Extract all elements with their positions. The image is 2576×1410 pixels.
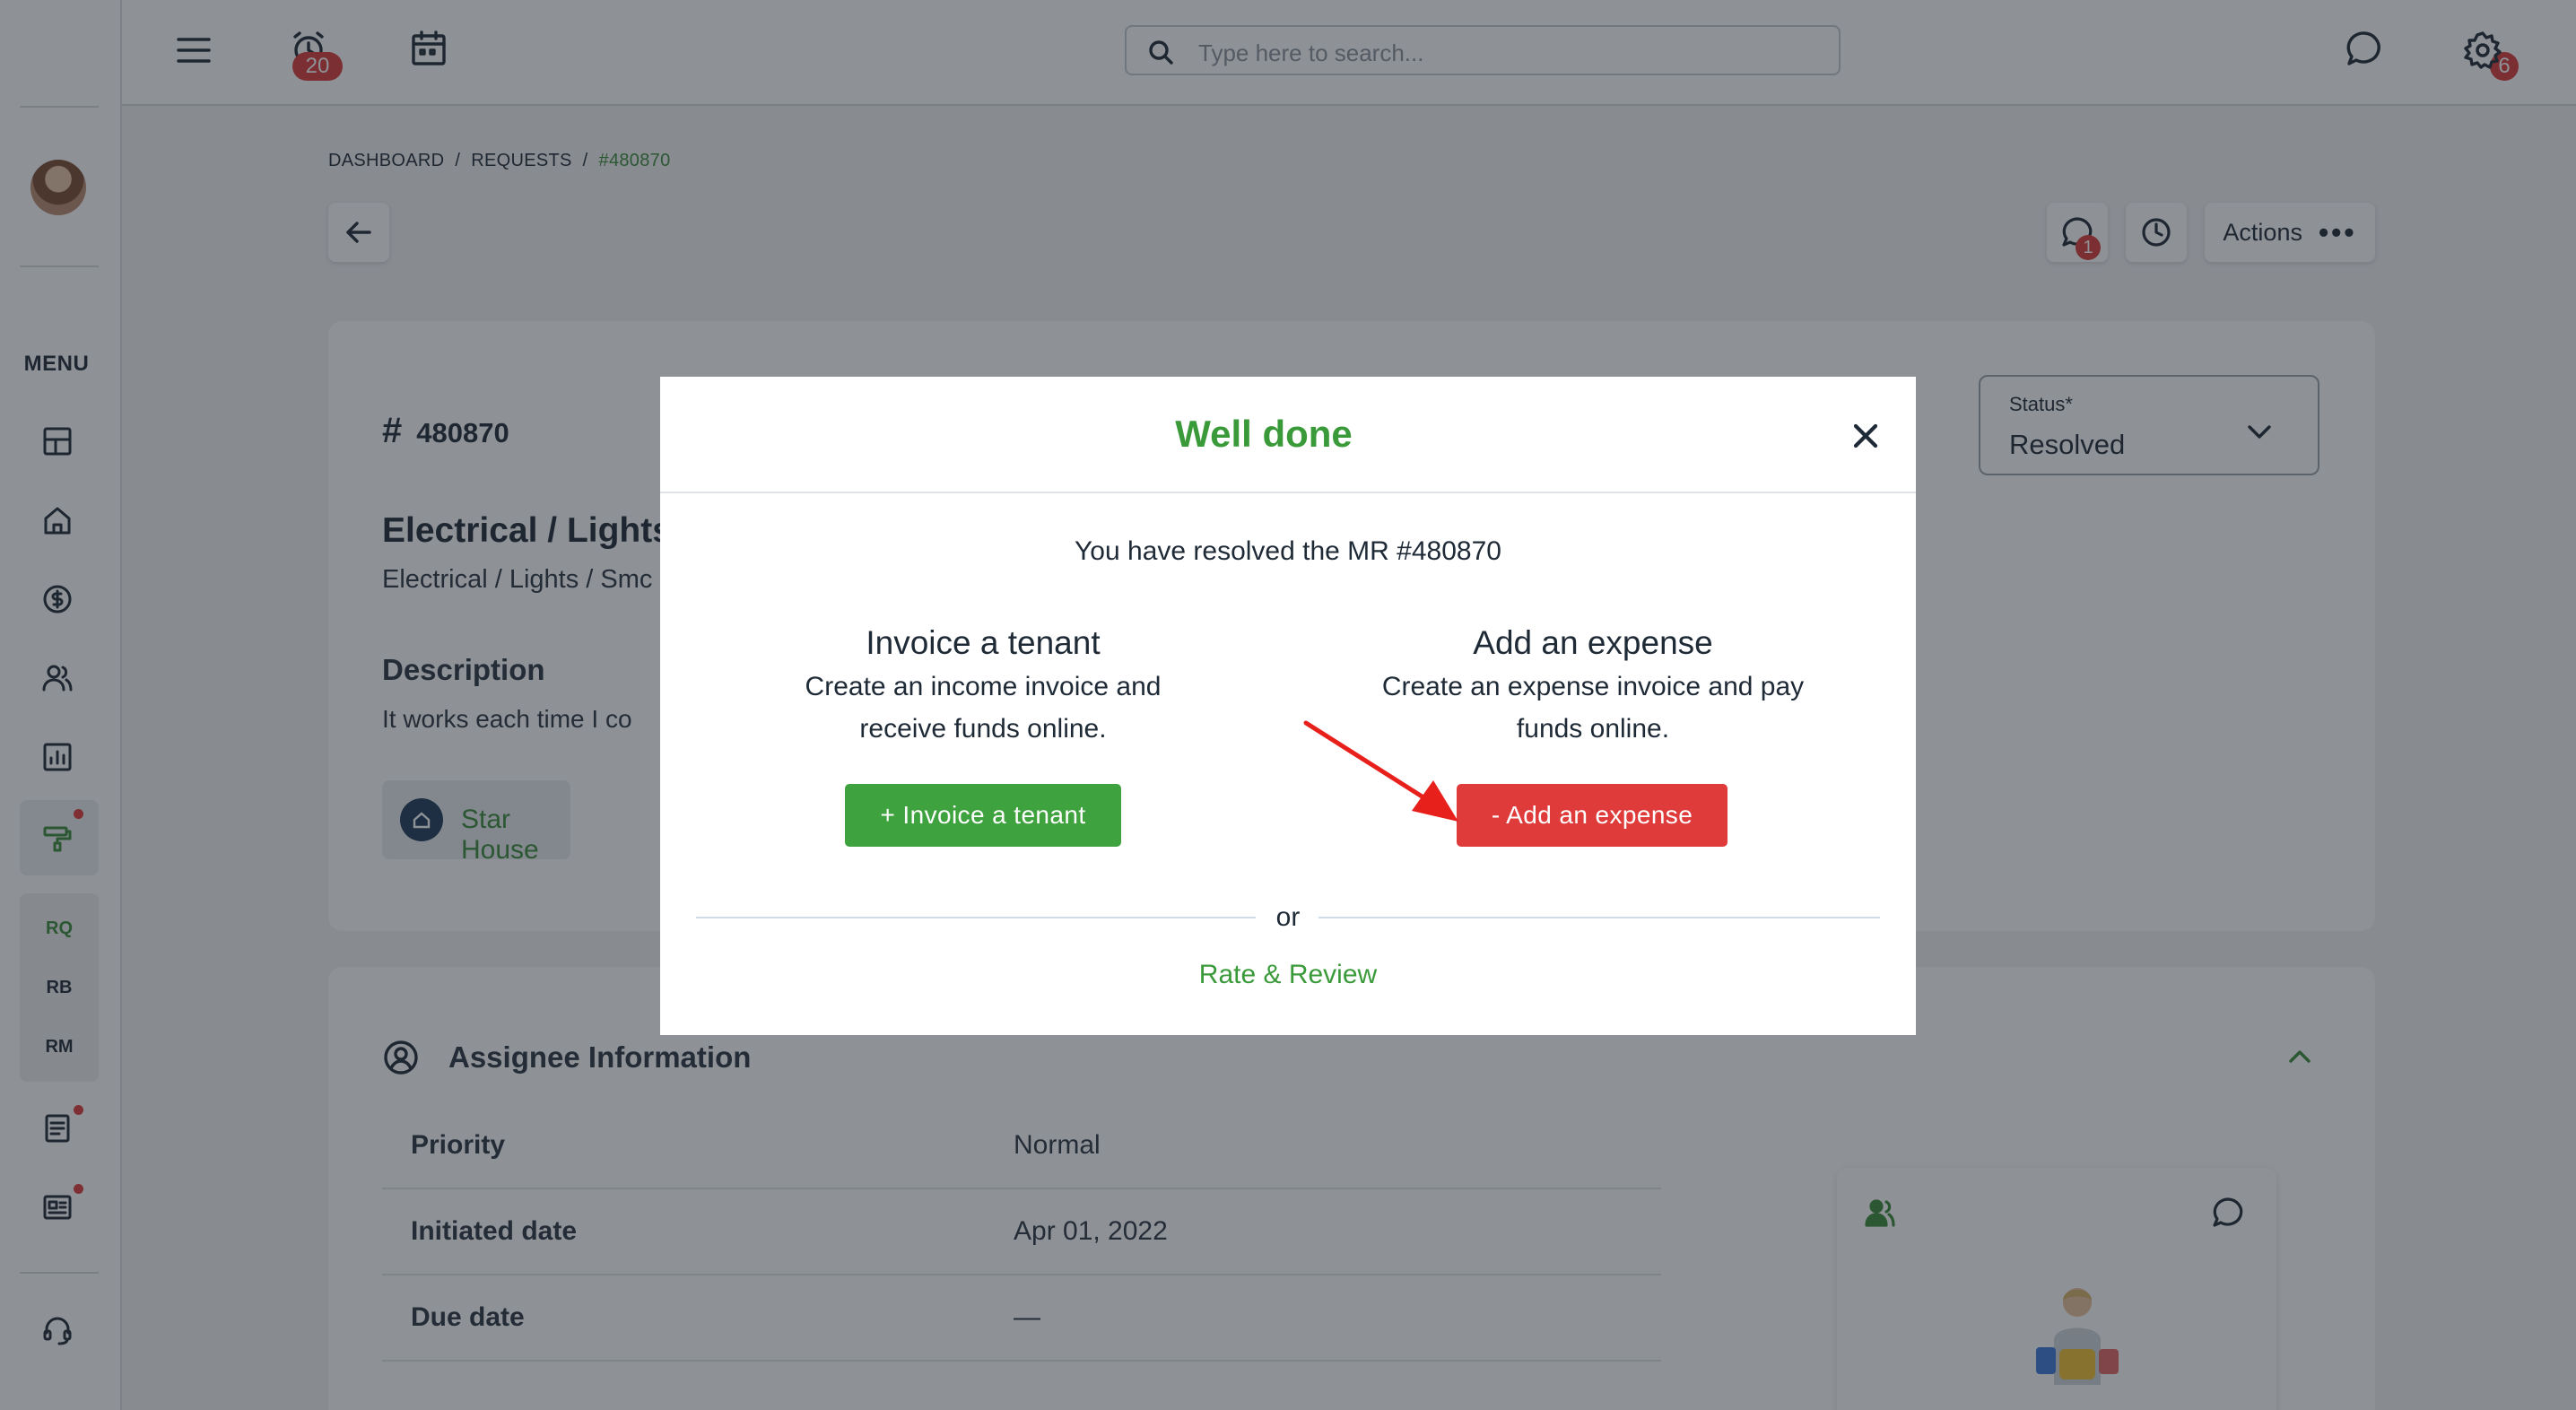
- resolution-modal: Well done You have resolved the MR #4808…: [660, 377, 1916, 1035]
- invoice-option-title: Invoice a tenant: [866, 624, 1101, 661]
- add-expense-button[interactable]: - Add an expense: [1457, 784, 1727, 847]
- invoice-desc-line: Create an income invoice and: [805, 672, 1162, 701]
- invoice-tenant-button[interactable]: + Invoice a tenant: [845, 784, 1121, 847]
- close-icon[interactable]: [1844, 414, 1887, 457]
- pointer-arrow-icon: [1303, 720, 1458, 822]
- expense-desc-line: Create an expense invoice and pay: [1381, 672, 1805, 701]
- expense-option-title: Add an expense: [1473, 624, 1713, 661]
- modal-header: Well done: [660, 377, 1916, 493]
- rate-review-link[interactable]: Rate & Review: [660, 960, 1916, 990]
- invoice-desc-line: receive funds online.: [859, 714, 1107, 744]
- invoice-option-description: Create an income invoice and receive fun…: [723, 666, 1243, 750]
- invoice-option: Invoice a tenant Create an income invoic…: [723, 624, 1243, 750]
- modal-title: Well done: [1175, 413, 1353, 455]
- or-separator: or: [1275, 902, 1301, 932]
- resolved-message: You have resolved the MR #480870: [1075, 536, 1501, 566]
